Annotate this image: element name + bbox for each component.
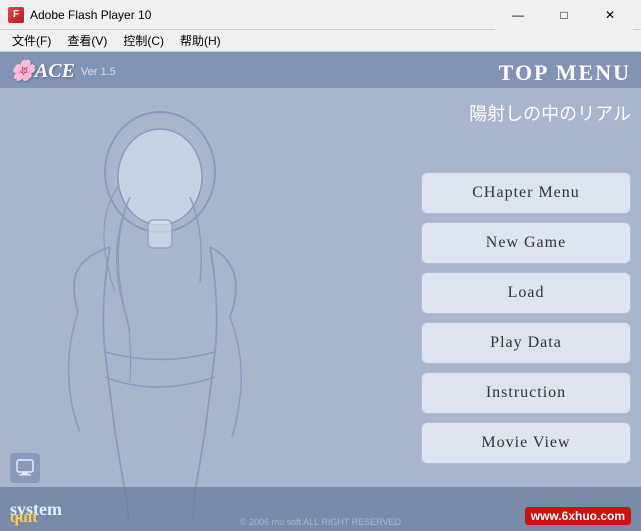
- new-game-button[interactable]: New Game: [421, 222, 631, 264]
- close-button[interactable]: ✕: [587, 0, 633, 30]
- menu-control[interactable]: 控制(C): [115, 30, 172, 51]
- quit-link[interactable]: quit: [10, 509, 38, 527]
- copyright-text: © 2006 mu soft ALL RIGHT RESERVED: [240, 517, 401, 527]
- chapter-menu-button[interactable]: CHapter Menu: [421, 172, 631, 214]
- load-button[interactable]: Load: [421, 272, 631, 314]
- logo-version: Ver 1.5: [81, 66, 116, 78]
- logo-ace: 🌸ACE: [10, 58, 75, 83]
- top-menu-label: TOP MENU: [499, 60, 631, 86]
- minimize-button[interactable]: —: [495, 0, 541, 30]
- window-controls: — □ ✕: [495, 0, 633, 30]
- system-icon: [10, 453, 40, 483]
- instruction-button[interactable]: Instruction: [421, 372, 631, 414]
- menu-bar: 文件(F) 查看(V) 控制(C) 帮助(H): [0, 30, 641, 52]
- buttons-panel: CHapter Menu New Game Load Play Data Ins…: [421, 172, 631, 464]
- character-illustration: [0, 82, 380, 522]
- menu-view[interactable]: 查看(V): [59, 30, 115, 51]
- game-area: 🌸ACE Ver 1.5 TOP MENU 陽射しの中のリアル: [0, 52, 641, 531]
- jp-subtitle: 陽射しの中のリアル: [469, 100, 631, 126]
- menu-help[interactable]: 帮助(H): [172, 30, 229, 51]
- window-title: Adobe Flash Player 10: [30, 8, 495, 22]
- watermark-text: www.6xhuo.com: [525, 507, 631, 525]
- title-bar: F Adobe Flash Player 10 — □ ✕: [0, 0, 641, 30]
- movie-view-button[interactable]: Movie View: [421, 422, 631, 464]
- app-icon: F: [8, 7, 24, 23]
- maximize-button[interactable]: □: [541, 0, 587, 30]
- menu-file[interactable]: 文件(F): [4, 30, 59, 51]
- play-data-button[interactable]: Play Data: [421, 322, 631, 364]
